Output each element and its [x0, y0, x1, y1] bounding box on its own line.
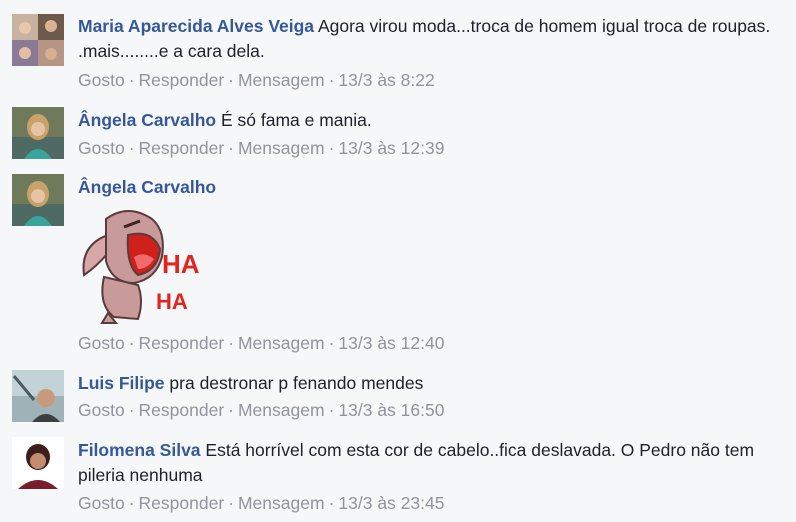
separator: ·: [328, 138, 335, 158]
comment-body: Luis Filipe pra destronar p fenando mend…: [78, 371, 778, 396]
timestamp-link[interactable]: 13/3 às 8:22: [338, 70, 434, 90]
separator: ·: [228, 400, 234, 420]
sticker-text-ha-bottom: HA: [156, 289, 188, 314]
separator: ·: [328, 70, 335, 90]
separator: ·: [228, 138, 234, 158]
message-link[interactable]: Mensagem: [238, 493, 325, 513]
timestamp-link[interactable]: 13/3 às 23:45: [338, 493, 444, 513]
comment-actions: Gosto · Responder · Mensagem · 13/3 às 12:39: [78, 138, 444, 159]
separator: ·: [328, 493, 335, 513]
comment-body: Ângela Carvalho É só fama e mania.: [78, 108, 778, 133]
timestamp-link[interactable]: 13/3 às 12:40: [338, 333, 444, 353]
reply-link[interactable]: Responder: [139, 138, 225, 158]
comment-text: É só fama e mania.: [220, 110, 372, 130]
comment-author[interactable]: Ângela Carvalho: [78, 177, 216, 197]
comment-body: Maria Aparecida Alves Veiga Agora virou …: [78, 14, 778, 64]
separator: ·: [228, 333, 234, 353]
timestamp-link[interactable]: 13/3 às 16:50: [338, 400, 444, 420]
reply-link[interactable]: Responder: [139, 70, 225, 90]
separator: ·: [128, 333, 135, 353]
comment-author[interactable]: Filomena Silva: [78, 440, 201, 460]
message-link[interactable]: Mensagem: [238, 400, 325, 420]
like-link[interactable]: Gosto: [78, 138, 125, 158]
avatar[interactable]: [12, 107, 64, 159]
message-link[interactable]: Mensagem: [238, 333, 325, 353]
laughing-dog-sticker: HA HA: [78, 205, 208, 325]
reply-link[interactable]: Responder: [139, 493, 225, 513]
separator: ·: [128, 493, 135, 513]
comment-author[interactable]: Luis Filipe: [78, 373, 165, 393]
separator: ·: [128, 138, 135, 158]
separator: ·: [328, 400, 335, 420]
comment-author[interactable]: Maria Aparecida Alves Veiga: [78, 16, 314, 36]
comment-body: Ângela Carvalho: [78, 175, 778, 200]
avatar[interactable]: [12, 14, 64, 66]
message-link[interactable]: Mensagem: [238, 138, 325, 158]
avatar[interactable]: [12, 174, 64, 226]
separator: ·: [128, 70, 135, 90]
avatar[interactable]: [12, 370, 64, 422]
timestamp-link[interactable]: 13/3 às 12:39: [338, 138, 444, 158]
like-link[interactable]: Gosto: [78, 333, 125, 353]
like-link[interactable]: Gosto: [78, 493, 125, 513]
separator: ·: [228, 70, 234, 90]
sticker-text-ha-top: HA: [162, 249, 200, 279]
reply-link[interactable]: Responder: [139, 333, 225, 353]
reply-link[interactable]: Responder: [139, 400, 225, 420]
comment-actions: Gosto · Responder · Mensagem · 13/3 às 23:45: [78, 493, 444, 514]
comment-text: pra destronar p fenando mendes: [169, 373, 424, 393]
avatar[interactable]: [12, 437, 64, 489]
like-link[interactable]: Gosto: [78, 70, 125, 90]
like-link[interactable]: Gosto: [78, 400, 125, 420]
separator: ·: [128, 400, 135, 420]
comment-actions: Gosto · Responder · Mensagem · 13/3 às 12:40: [78, 333, 444, 354]
comment-actions: Gosto · Responder · Mensagem · 13/3 às 16:50: [78, 400, 444, 421]
comment-body: Filomena Silva Está horrível com esta co…: [78, 438, 778, 488]
separator: ·: [328, 333, 335, 353]
comment-author[interactable]: Ângela Carvalho: [78, 110, 216, 130]
comment-actions: Gosto · Responder · Mensagem · 13/3 às 8:22: [78, 70, 435, 91]
separator: ·: [228, 493, 234, 513]
message-link[interactable]: Mensagem: [238, 70, 325, 90]
